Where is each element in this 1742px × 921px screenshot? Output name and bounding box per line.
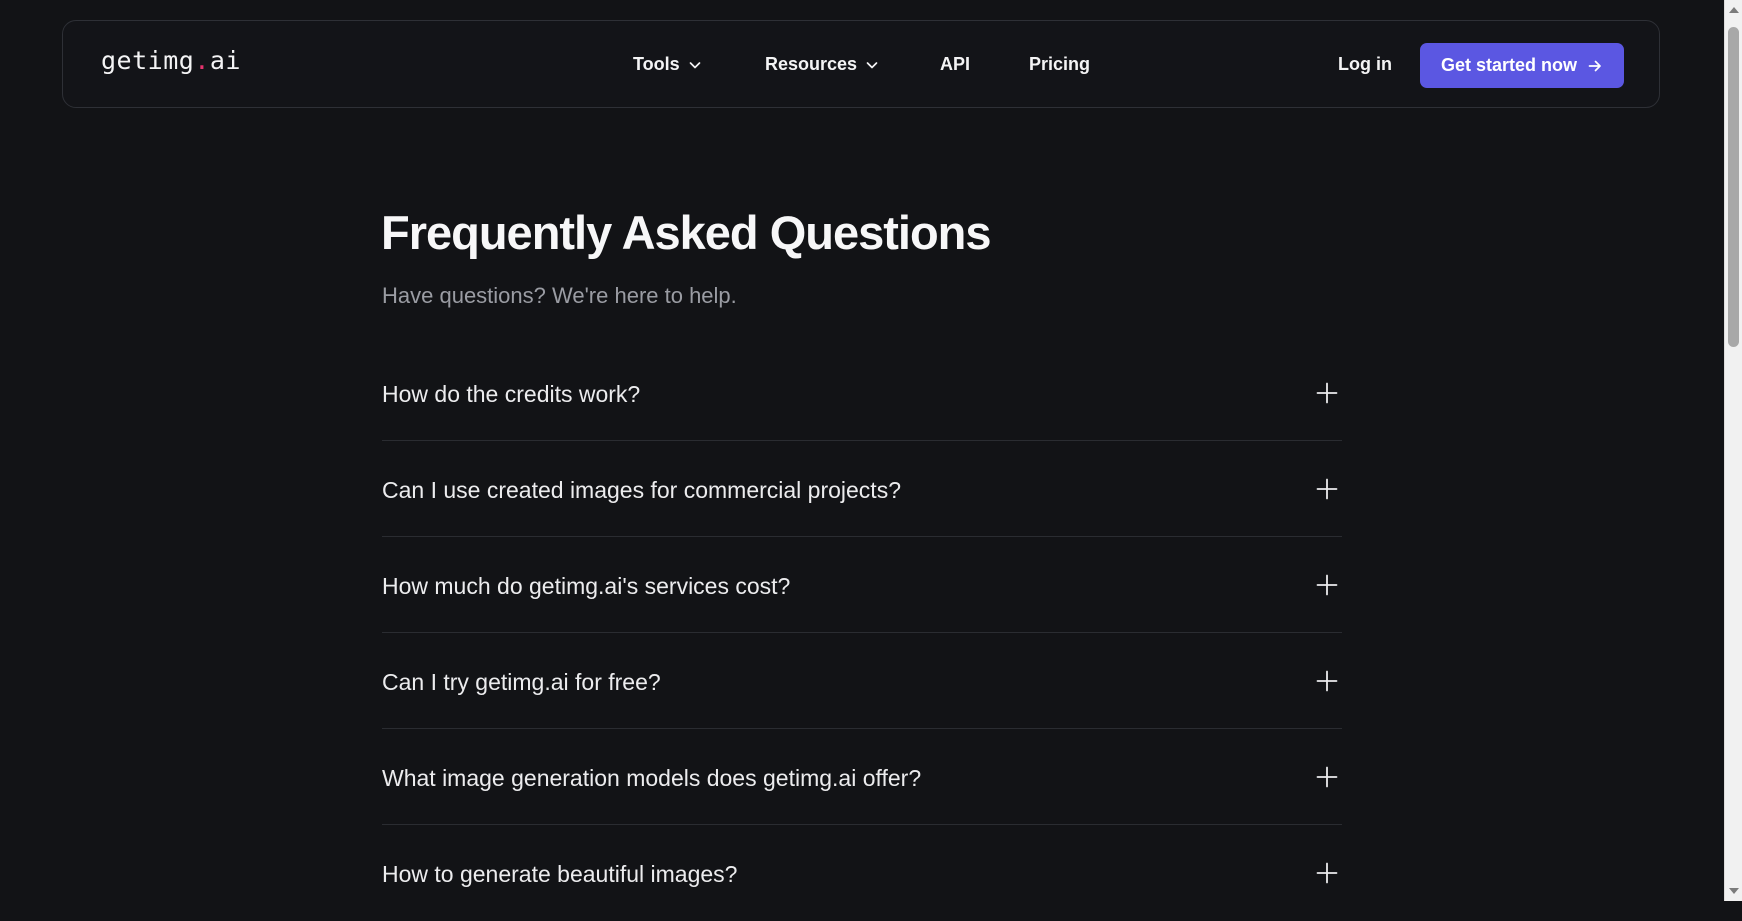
- plus-icon[interactable]: [1316, 862, 1338, 884]
- get-started-button[interactable]: Get started now: [1420, 43, 1624, 88]
- plus-icon[interactable]: [1316, 382, 1338, 404]
- chevron-down-icon: [865, 58, 879, 72]
- nav-item-label: Resources: [765, 54, 858, 74]
- faq-subtitle: Have questions? We're here to help.: [382, 283, 737, 308]
- nav-item-api[interactable]: API: [940, 54, 970, 75]
- arrow-right-icon: [1587, 58, 1603, 74]
- plus-icon[interactable]: [1316, 670, 1338, 692]
- logo-dot: .: [194, 46, 210, 75]
- faq-item[interactable]: Can I try getimg.ai for free?: [382, 633, 1342, 729]
- faq-question: How much do getimg.ai's services cost?: [382, 573, 791, 599]
- nav-item-pricing[interactable]: Pricing: [1029, 54, 1090, 75]
- plus-icon[interactable]: [1316, 574, 1338, 596]
- faq-item[interactable]: How much do getimg.ai's services cost?: [382, 537, 1342, 633]
- scroll-up-arrow-icon[interactable]: [1729, 7, 1739, 13]
- nav-item-tools[interactable]: Tools: [633, 54, 702, 75]
- site-header: getimg.ai Tools Resources API Pricing Lo…: [62, 20, 1660, 108]
- faq-item[interactable]: What image generation models does getimg…: [382, 729, 1342, 825]
- logo-suffix: ai: [209, 46, 241, 75]
- nav-item-label: API: [940, 54, 971, 74]
- faq-item[interactable]: Can I use created images for commercial …: [382, 441, 1342, 537]
- chevron-down-icon: [688, 58, 702, 72]
- nav-item-label: Tools: [633, 54, 680, 74]
- scroll-thumb[interactable]: [1728, 27, 1739, 347]
- plus-icon[interactable]: [1316, 766, 1338, 788]
- get-started-label: Get started now: [1440, 55, 1578, 75]
- faq-question: What image generation models does getimg…: [382, 765, 922, 791]
- faq-question: Can I use created images for commercial …: [382, 477, 901, 503]
- login-link[interactable]: Log in: [1338, 54, 1392, 75]
- scroll-down-arrow-icon[interactable]: [1729, 888, 1739, 894]
- nav-item-label: Pricing: [1029, 54, 1091, 74]
- nav-item-resources[interactable]: Resources: [765, 54, 879, 75]
- faq-question: How to generate beautiful images?: [382, 861, 738, 887]
- faq-title: Frequently Asked Questions: [381, 206, 992, 259]
- logo-main: getimg: [101, 46, 195, 75]
- logo[interactable]: getimg.ai: [101, 48, 241, 73]
- faq-item[interactable]: How do the credits work?: [382, 345, 1342, 441]
- faq-question: How do the credits work?: [382, 381, 641, 407]
- vertical-scrollbar[interactable]: [1724, 0, 1742, 901]
- faq-list: How do the credits work? Can I use creat…: [382, 345, 1342, 921]
- faq-item[interactable]: How to generate beautiful images?: [382, 825, 1342, 921]
- plus-icon[interactable]: [1316, 478, 1338, 500]
- page: getimg.ai Tools Resources API Pricing Lo…: [0, 0, 1724, 901]
- faq-question: Can I try getimg.ai for free?: [382, 669, 661, 695]
